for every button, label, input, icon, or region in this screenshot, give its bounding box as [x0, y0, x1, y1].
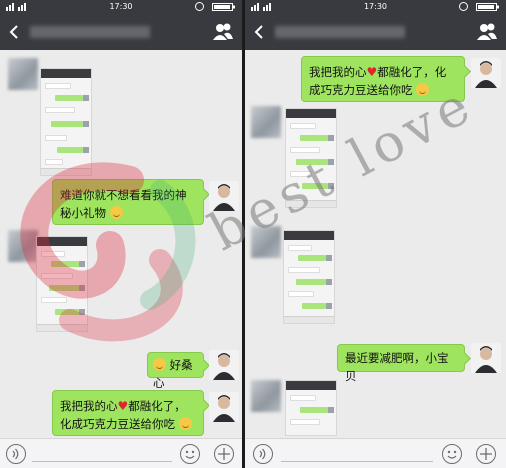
left-chat-screen: 17:30 难道你就不想看看我的神秘小礼物 好桑心 我把我的心♥都融化了，化成巧…	[0, 0, 242, 468]
message-bubble[interactable]: 难道你就不想看看我的神秘小礼物	[52, 179, 210, 225]
chat-title-blurred	[275, 26, 405, 38]
message-text: 难道你就不想看看我的神秘小礼物	[60, 188, 187, 220]
alarm-icon	[459, 2, 468, 11]
message-text: 我把我的心	[309, 65, 367, 79]
voice-icon[interactable]	[6, 444, 26, 464]
chat-title-blurred	[30, 26, 150, 38]
chat-screenshot-image[interactable]	[283, 230, 335, 324]
pensive-emoji-icon	[153, 358, 166, 371]
my-avatar	[209, 350, 239, 380]
smile-emoji-icon	[416, 83, 430, 96]
chat-screenshot-image[interactable]	[285, 108, 337, 208]
chat-area: 我把我的心♥都融化了，化成巧克力豆送给你吃 最近要减肥啊，小宝贝	[245, 50, 506, 438]
message-text: 我把我的心	[60, 399, 118, 413]
status-time: 17:30	[109, 2, 133, 11]
message-bubble[interactable]: 我把我的心♥都融化了，化成巧克力豆送给你吃	[52, 390, 210, 436]
contact-avatar	[251, 226, 281, 258]
chat-title-bar	[245, 14, 506, 50]
chat-screenshot-image[interactable]	[40, 68, 92, 176]
contact-avatar	[251, 380, 281, 412]
alarm-icon	[195, 2, 204, 11]
my-avatar	[471, 58, 501, 88]
contact-avatar	[8, 58, 38, 90]
right-chat-screen: 17:30 我把我的心♥都融化了，化成巧克力豆送给你吃 最近要减肥啊，小宝贝	[245, 0, 506, 468]
smile-emoji-icon	[109, 206, 123, 219]
emoji-icon[interactable]	[180, 444, 200, 464]
battery-icon	[212, 3, 235, 11]
message-text: 最近要减肥啊，小宝贝	[345, 351, 449, 383]
chat-screenshot-image[interactable]	[36, 236, 88, 332]
chat-input-bar	[0, 438, 242, 468]
my-avatar	[471, 343, 501, 373]
contacts-icon[interactable]	[476, 22, 498, 42]
plus-icon[interactable]	[214, 444, 234, 464]
contact-avatar	[251, 106, 281, 138]
contacts-icon[interactable]	[212, 22, 234, 42]
message-input[interactable]	[281, 461, 433, 462]
smile-emoji-icon	[178, 417, 192, 430]
message-bubble[interactable]: 最近要减肥啊，小宝贝	[337, 344, 471, 383]
status-bar: 17:30	[0, 0, 242, 14]
status-bar: 17:30	[245, 0, 506, 14]
battery-icon	[476, 3, 499, 11]
contact-avatar	[8, 230, 38, 262]
chat-title-bar	[0, 14, 242, 50]
heart-emoji-icon: ♥	[117, 399, 129, 413]
message-bubble[interactable]: 好桑心	[147, 352, 210, 390]
message-bubble[interactable]: 我把我的心♥都融化了，化成巧克力豆送给你吃	[301, 56, 471, 102]
voice-icon[interactable]	[253, 444, 273, 464]
back-arrow-icon[interactable]	[253, 25, 267, 39]
chat-input-bar	[245, 438, 506, 468]
chat-area: 难道你就不想看看我的神秘小礼物 好桑心 我把我的心♥都融化了，化成巧克力豆送给你…	[0, 50, 242, 438]
back-arrow-icon[interactable]	[8, 25, 22, 39]
emoji-icon[interactable]	[442, 444, 462, 464]
chat-screenshot-image[interactable]	[285, 380, 337, 436]
plus-icon[interactable]	[476, 444, 496, 464]
my-avatar	[209, 181, 239, 211]
message-input[interactable]	[32, 461, 172, 462]
heart-emoji-icon: ♥	[366, 65, 378, 79]
my-avatar	[209, 392, 239, 422]
